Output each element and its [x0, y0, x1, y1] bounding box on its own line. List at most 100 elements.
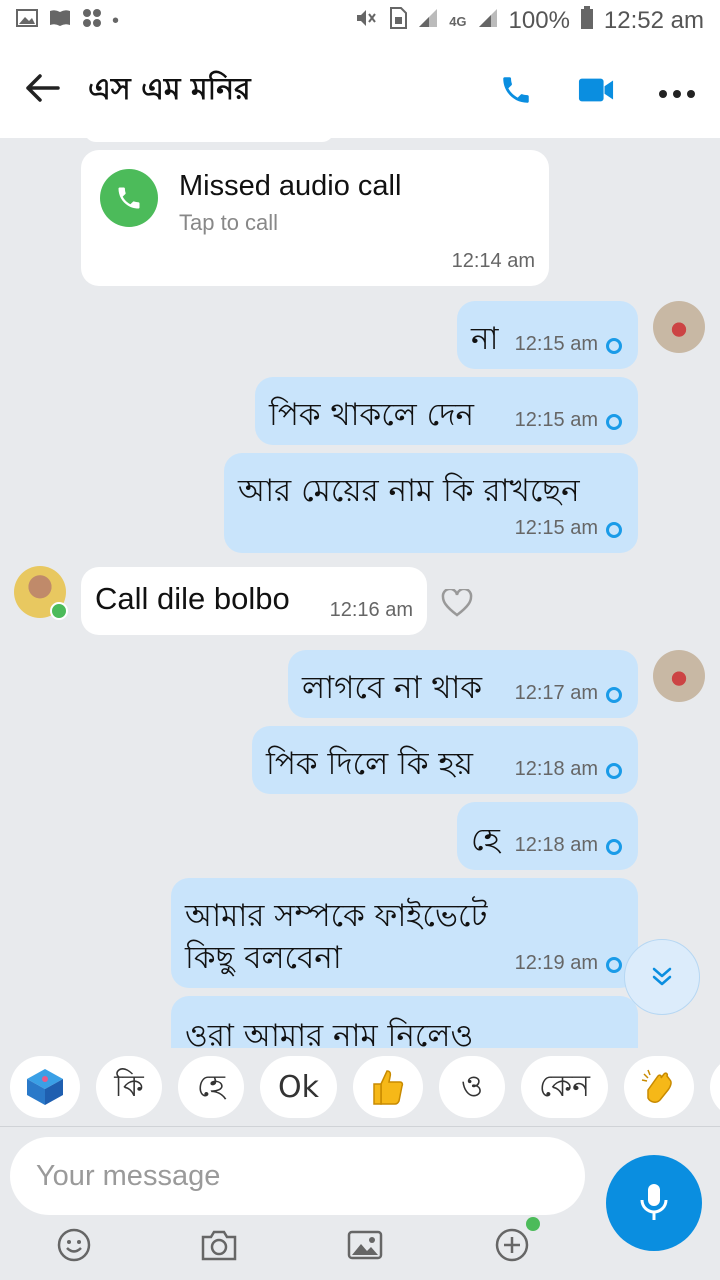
more-options-button[interactable] — [658, 73, 696, 107]
missed-call-title: Missed audio call — [179, 170, 402, 202]
signal-icon — [417, 7, 439, 35]
message-input[interactable] — [10, 1137, 585, 1215]
smiley-icon — [57, 1228, 91, 1262]
quick-reply-chip[interactable]: কি — [96, 1056, 162, 1118]
composer-toolbar — [0, 1217, 720, 1275]
video-call-button[interactable] — [578, 72, 614, 108]
sent-status-icon — [606, 956, 622, 973]
missed-call-subtitle: Tap to call — [179, 210, 279, 235]
new-badge-dot — [526, 1217, 540, 1231]
sent-status-icon — [606, 521, 622, 538]
message-text: না — [471, 321, 499, 357]
outgoing-message[interactable]: লাগবে না থাক 12:17 am — [288, 650, 638, 718]
more-actions-button[interactable] — [492, 1225, 532, 1265]
message-time: 12:19 am — [514, 952, 598, 974]
incoming-message[interactable]: Call dile bolbo 12:16 am — [81, 567, 427, 635]
message-meta: 12:17 am — [515, 682, 622, 705]
composer — [0, 1126, 720, 1280]
previous-bubble-edge — [84, 138, 334, 142]
scroll-to-bottom-button[interactable] — [624, 939, 700, 1015]
thumbs-up-chip[interactable] — [353, 1056, 423, 1118]
message-text: ওরা আমার নাম নিলেও — [185, 1018, 474, 1048]
audio-call-button[interactable] — [498, 72, 534, 108]
message-text: লাগবে না থাক — [302, 670, 483, 706]
video-camera-icon — [578, 78, 614, 102]
message-meta: 12:15 am — [515, 517, 622, 540]
message-text: আর মেয়ের নাম কি রাখছেন — [238, 473, 580, 509]
contact-name[interactable]: এস এম মনির — [88, 65, 251, 116]
thumbs-up-icon — [373, 1070, 404, 1105]
outgoing-message[interactable]: আর মেয়ের নাম কি রাখছেন 12:15 am — [224, 453, 638, 553]
apps-icon — [82, 8, 102, 34]
outgoing-message[interactable]: পিক থাকলে দেন 12:15 am — [255, 377, 638, 445]
phone-icon — [503, 77, 529, 103]
sticker-suggestion[interactable] — [10, 1056, 80, 1118]
gallery-button[interactable] — [345, 1225, 385, 1265]
quick-reply-chip[interactable]: ও — [439, 1056, 505, 1118]
gallery-icon — [16, 8, 38, 34]
avatar[interactable] — [653, 650, 705, 702]
outgoing-message[interactable]: হে 12:18 am — [457, 802, 638, 870]
quick-replies: কি হে Ok ও কেন — [0, 1048, 720, 1126]
message-time: 12:15 am — [514, 333, 598, 355]
arrow-left-icon — [26, 74, 60, 102]
message-text: পিক দিলে কি হয় — [266, 746, 473, 782]
missed-call-time: 12:14 am — [451, 250, 535, 272]
heart-chip[interactable] — [710, 1056, 720, 1118]
message-meta: 12:18 am — [515, 834, 622, 857]
message-time: 12:18 am — [514, 834, 598, 856]
sent-status-icon — [606, 686, 622, 703]
sim-icon — [389, 7, 408, 35]
notification-dot-icon: • — [112, 9, 120, 32]
quick-reply-chip[interactable]: Ok — [260, 1056, 337, 1118]
mute-icon — [355, 7, 379, 35]
battery-percent: 100% — [508, 7, 570, 34]
camera-button[interactable] — [199, 1225, 239, 1265]
message-meta: 12:15 am — [515, 333, 622, 356]
outgoing-message[interactable]: আমার সম্পকে ফাইভেটে কিছু বলবেনা 12:19 am — [171, 878, 638, 988]
chat-header: এস এম মনির — [0, 42, 720, 138]
sent-status-icon — [606, 762, 622, 779]
message-text: হে — [471, 822, 500, 858]
quick-reply-chip[interactable]: হে — [178, 1056, 244, 1118]
heart-outline-icon — [441, 587, 473, 617]
outgoing-message[interactable]: পিক দিলে কি হয় 12:18 am — [252, 726, 638, 794]
chat-messages[interactable]: Missed audio call Tap to call 12:14 am ন… — [0, 138, 720, 1048]
message-meta: 12:19 am — [515, 952, 622, 975]
microphone-icon — [640, 1184, 668, 1220]
sent-status-icon — [606, 838, 622, 855]
message-text: Call dile bolbo — [95, 581, 290, 616]
message-time: 12:16 am — [329, 599, 413, 621]
back-button[interactable] — [24, 70, 72, 110]
message-time: 12:15 am — [514, 517, 598, 539]
message-text-line2: কিছু বলবেনা — [185, 940, 342, 976]
message-meta: 12:18 am — [515, 758, 622, 781]
outgoing-message[interactable]: না 12:15 am — [457, 301, 638, 369]
more-dots-icon — [659, 90, 695, 98]
battery-icon — [580, 6, 594, 36]
emoji-button[interactable] — [54, 1225, 94, 1265]
clap-chip[interactable] — [624, 1056, 695, 1118]
book-icon — [48, 8, 72, 34]
plus-circle-icon — [495, 1228, 529, 1262]
like-button[interactable] — [441, 587, 475, 619]
message-text: পিক থাকলে দেন — [269, 397, 474, 433]
cube-icon — [27, 1069, 63, 1105]
missed-call-icon-circle — [100, 169, 158, 227]
outgoing-message[interactable]: ওরা আমার নাম নিলেও — [171, 996, 638, 1048]
active-status-icon — [50, 602, 68, 620]
status-time: 12:52 am — [603, 7, 704, 34]
quick-reply-chip[interactable]: কেন — [521, 1056, 609, 1118]
sent-status-icon — [606, 337, 622, 354]
message-time: 12:17 am — [514, 682, 598, 704]
message-meta: 12:15 am — [515, 409, 622, 432]
message-time: 12:15 am — [514, 409, 598, 431]
clapping-hands-icon — [641, 1069, 672, 1103]
image-icon — [347, 1230, 383, 1260]
phone-icon — [118, 187, 140, 209]
message-time: 12:18 am — [514, 758, 598, 780]
avatar[interactable] — [653, 301, 705, 353]
chevron-double-down-icon — [652, 967, 672, 986]
missed-call-card[interactable]: Missed audio call Tap to call 12:14 am — [81, 150, 549, 286]
network-type: 4G — [449, 13, 467, 29]
